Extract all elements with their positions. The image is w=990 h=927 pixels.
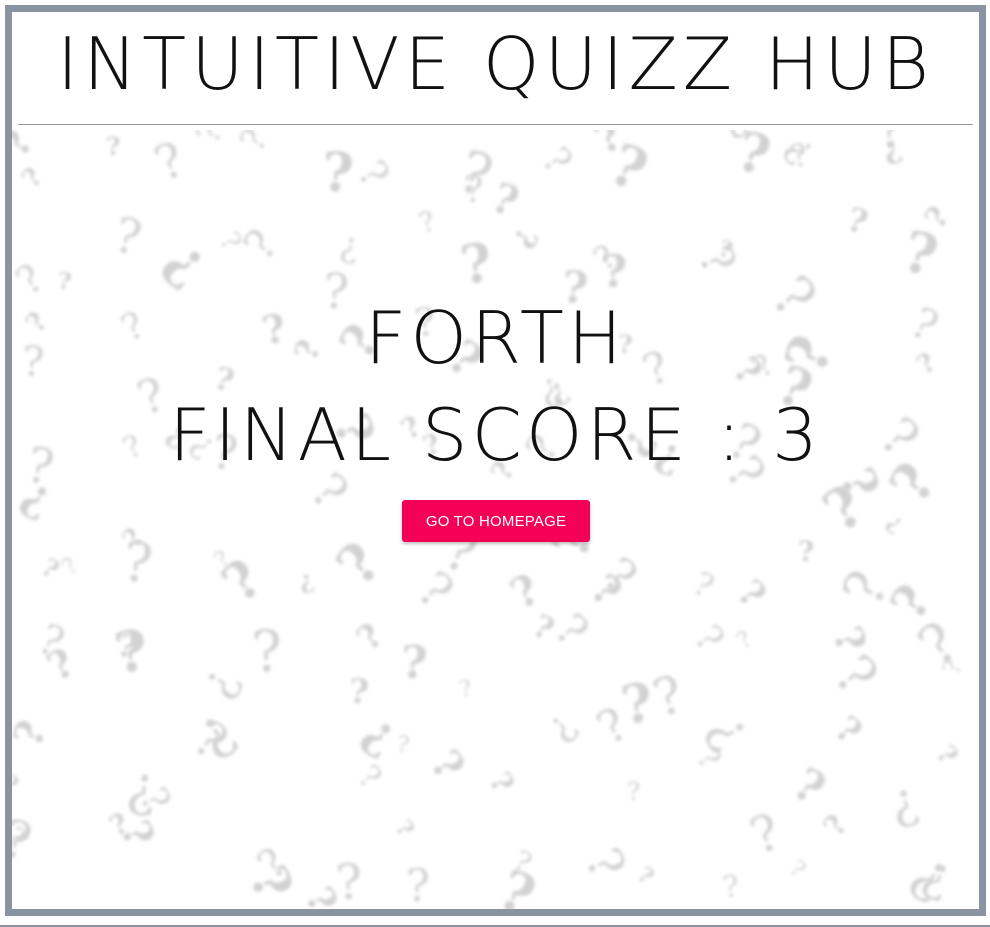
question-mark-icon: ? [456,230,497,298]
question-mark-icon: ? [405,859,431,909]
question-mark-icon: ? [12,255,53,305]
question-mark-icon: ? [843,198,873,242]
question-mark-icon: ? [320,139,356,205]
question-mark-icon: ? [104,131,122,162]
question-mark-icon: ? [485,173,525,227]
question-mark-icon: ? [797,534,815,568]
question-mark-icon: ? [906,609,971,680]
question-mark-icon: ¿ [502,220,542,253]
question-mark-icon: ¿ [296,563,317,596]
question-mark-icon: ? [110,616,154,687]
question-mark-icon: ? [323,529,394,598]
question-mark-icon: ? [685,617,732,660]
question-mark-icon: ? [117,523,151,554]
question-mark-icon: ? [249,617,285,686]
question-mark-icon: ? [816,808,855,843]
question-mark-icon: ? [147,131,193,193]
question-mark-icon: ? [582,564,631,616]
question-mark-icon: ? [234,220,289,270]
question-mark-icon: ? [390,814,421,842]
question-mark-icon: ? [109,206,147,267]
go-to-homepage-button[interactable]: GO TO HOMEPAGE [402,500,590,542]
question-mark-icon: ? [56,267,73,296]
question-mark-icon: ? [502,564,549,619]
question-mark-icon: ¿ [154,225,223,297]
question-mark-icon: ¿ [883,770,923,833]
question-mark-icon: ? [784,856,811,884]
question-mark-icon: ? [826,708,870,753]
question-mark-icon: ? [599,244,628,299]
question-mark-icon: ? [720,869,742,906]
question-mark-icon: ? [210,546,275,615]
app-title: INTUITIVE QUIZZ HUB [57,22,934,106]
question-mark-icon: ¿ [337,224,361,267]
question-mark-icon: ? [632,862,659,891]
question-mark-icon: ? [347,671,370,713]
question-mark-icon: ? [929,740,964,770]
question-mark-icon: ? [457,676,474,704]
question-mark-icon: ? [626,776,642,807]
question-mark-icon: ? [12,769,22,800]
question-mark-icon: ? [687,564,721,606]
question-mark-icon: ? [534,139,581,182]
question-mark-icon: ? [16,162,49,195]
question-mark-icon: ? [742,801,789,866]
question-mark-icon: ¿ [881,508,909,538]
question-mark-icon: ? [729,571,774,617]
question-mark-icon: ? [394,732,411,760]
header-divider [18,124,973,125]
question-mark-icon: ? [57,552,84,580]
question-mark-icon: ? [451,137,501,210]
question-mark-icon: ¿ [535,704,583,749]
question-mark-icon: ? [415,205,439,240]
question-mark-icon: ? [12,714,57,754]
question-mark-icon: ? [236,857,304,909]
question-mark-icon: ? [12,122,43,165]
question-mark-icon: ? [732,626,757,655]
question-mark-icon: ? [400,635,429,690]
question-mark-icon: ? [334,853,365,909]
question-mark-icon: ? [573,839,637,888]
question-mark-icon: ? [689,740,728,776]
final-score-text: FINAL SCORE : 3 [169,393,822,477]
question-mark-icon: ? [784,756,835,816]
question-mark-icon: ? [420,741,474,790]
question-mark-icon: ? [687,236,747,283]
header: INTUITIVE QUIZZ HUB [12,12,979,130]
placement-text: FORTH [365,296,626,380]
question-mark-icon: ? [481,766,521,799]
question-mark-icon: ? [349,615,392,659]
question-mark-icon: ? [348,153,398,196]
question-mark-icon: ¿ [187,658,247,706]
question-mark-icon: ? [896,218,944,290]
question-mark-icon: ? [351,758,388,796]
quiz-result-frame: ??????????¿??????¿????????????????¿?¿??¿… [5,5,986,916]
